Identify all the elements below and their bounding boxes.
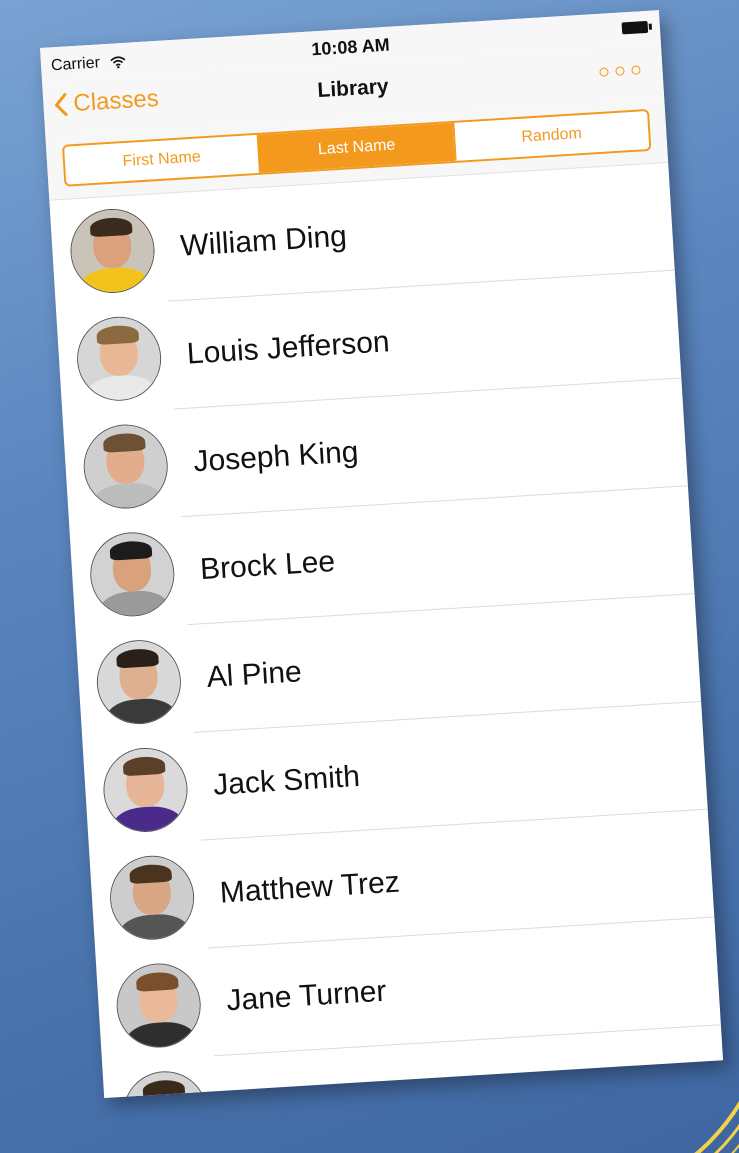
student-avatar (120, 1068, 210, 1099)
student-name: William Ding (179, 219, 348, 263)
student-avatar (87, 529, 177, 619)
student-avatar (81, 422, 171, 512)
phone-screen: Carrier 10:08 AM Classes Library First N… (40, 10, 724, 1099)
student-name: Al Pine (205, 655, 303, 694)
student-list: William Ding Louis Jefferson Joseph King Br… (49, 163, 723, 1099)
student-avatar (68, 206, 158, 296)
more-dot-icon (615, 66, 625, 76)
student-name: Louis Jefferson (185, 325, 391, 371)
student-avatar (114, 961, 204, 1051)
student-avatar (74, 314, 164, 404)
segment-random[interactable]: Random (452, 111, 650, 161)
battery-icon (621, 20, 649, 35)
student-avatar (101, 745, 190, 835)
more-dot-icon (631, 65, 641, 75)
student-avatar (107, 853, 197, 943)
segment-last-name[interactable]: Last Name (257, 122, 455, 173)
student-name: Brock Lee (199, 544, 336, 587)
more-dot-icon (599, 67, 609, 77)
student-name: Joseph King (192, 435, 360, 479)
student-name: Jack Smith (212, 759, 361, 802)
student-name: Matthew Trez (218, 865, 401, 910)
student-avatar (94, 637, 184, 727)
student-name: Jane Turner (225, 974, 388, 1018)
student-name: Alec Wallace (232, 1082, 406, 1098)
segment-first-name[interactable]: First Name (64, 134, 260, 185)
